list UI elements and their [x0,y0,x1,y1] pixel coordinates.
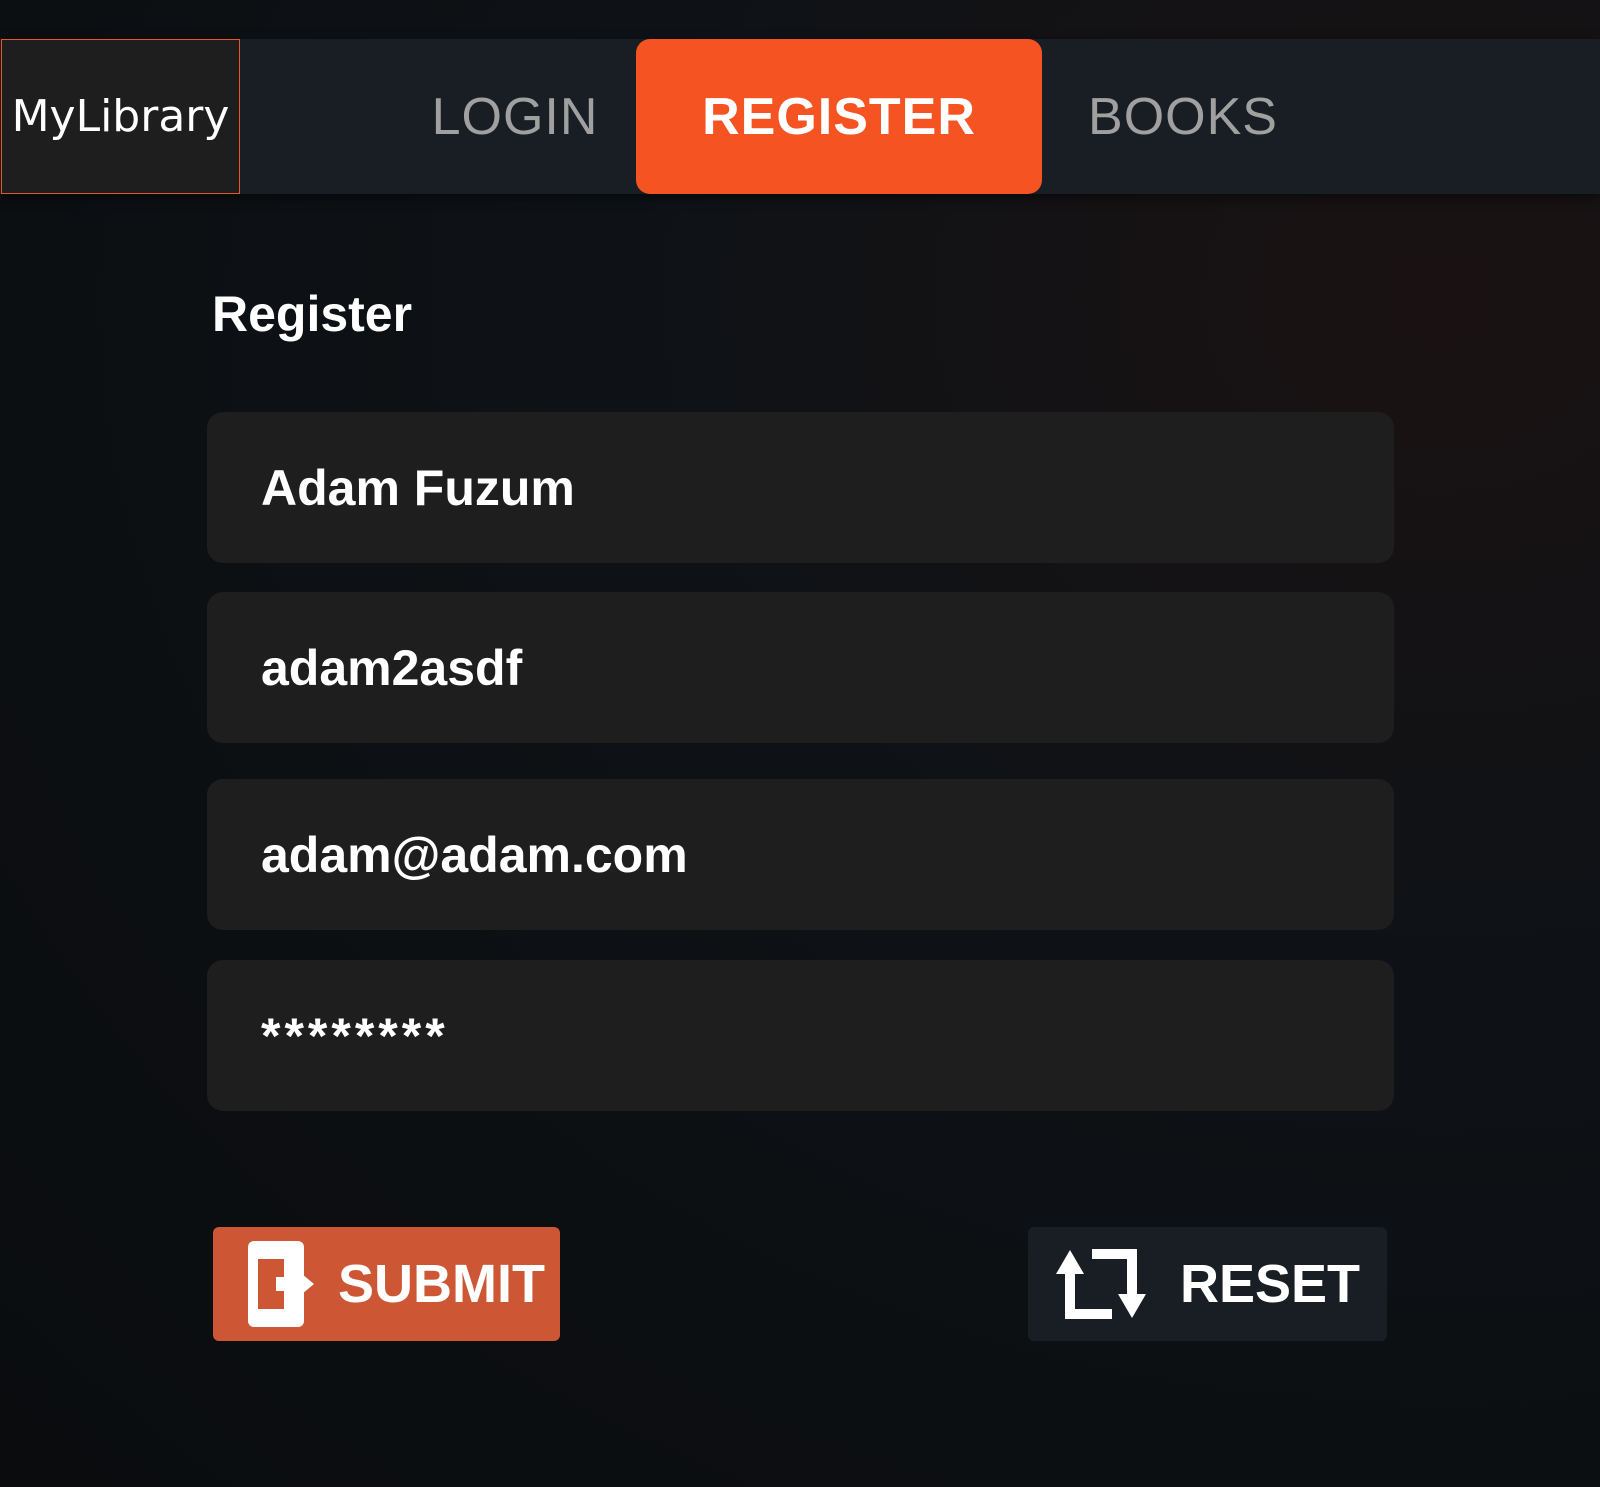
password-input[interactable]: ******** [207,960,1394,1111]
navbar: MyLibrary LOGIN REGISTER BOOKS [0,39,1600,194]
page-title: Register [212,286,413,342]
tab-books[interactable]: BOOKS [1060,39,1306,194]
username-input[interactable]: adam2asdf [207,592,1394,743]
reset-button[interactable]: RESET [1028,1227,1387,1341]
full-name-input[interactable]: Adam Fuzum [207,412,1394,563]
tab-login[interactable]: LOGIN [390,39,640,194]
email-input[interactable]: adam@adam.com [207,779,1394,930]
repeat-arrows-icon [1056,1249,1146,1319]
tab-register[interactable]: REGISTER [636,39,1042,194]
brand-logo[interactable]: MyLibrary [1,39,240,194]
submit-label: SUBMIT [338,1254,545,1314]
exit-door-icon [248,1241,314,1327]
reset-label: RESET [1180,1254,1361,1314]
submit-button[interactable]: SUBMIT [213,1227,560,1341]
